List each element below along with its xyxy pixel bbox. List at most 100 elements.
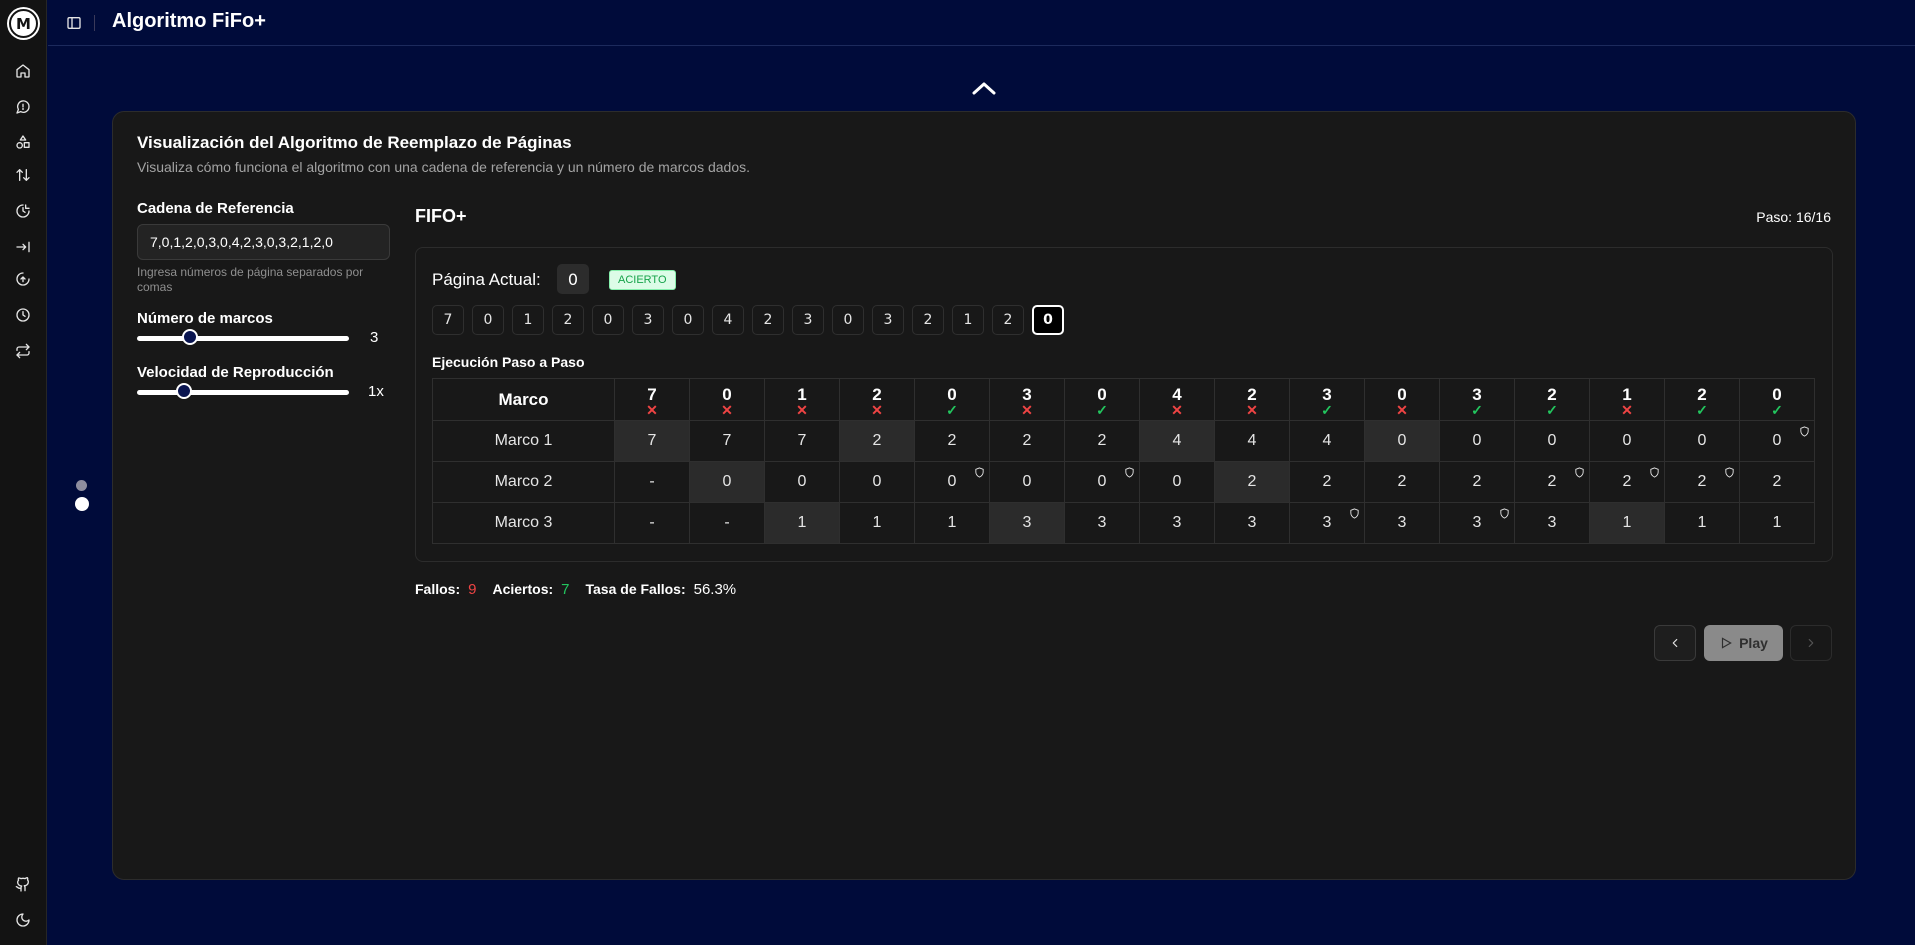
check-icon: ✓ — [1096, 401, 1108, 418]
step-column-header: 3 ✕ — [989, 378, 1065, 421]
frame-cell: 7 — [614, 420, 690, 462]
frame-cell: 3 — [1139, 502, 1215, 544]
play-button[interactable]: Play — [1704, 625, 1783, 661]
top-bar: Algoritmo FiFo+ — [48, 0, 1915, 46]
sequence-chip[interactable]: 2 — [912, 305, 944, 335]
step-page-number: 3 — [1322, 384, 1332, 404]
carousel-dot[interactable] — [76, 480, 87, 491]
frame-cell-value: 0 — [1022, 473, 1032, 490]
frame-cell-value: 2 — [1697, 473, 1707, 490]
step-page-number: 0 — [1397, 384, 1407, 404]
frames-slider-track[interactable] — [137, 336, 349, 341]
visualization-card: Visualización del Algoritmo de Reemplazo… — [112, 111, 1856, 880]
moon-icon[interactable] — [13, 910, 33, 930]
step-column-header: 0 ✓ — [914, 378, 990, 421]
x-icon: ✕ — [1396, 401, 1408, 418]
step-column-header: 0 ✓ — [1064, 378, 1140, 421]
sequence-chip[interactable]: 7 — [432, 305, 464, 335]
sequence-chip[interactable]: 0 — [672, 305, 704, 335]
sequence-chip[interactable]: 0 — [832, 305, 864, 335]
check-icon: ✓ — [1471, 401, 1483, 418]
shapes-icon[interactable] — [13, 132, 33, 152]
github-icon[interactable] — [13, 874, 33, 894]
faults-label: Fallos: — [415, 581, 461, 597]
shield-icon — [1799, 425, 1810, 438]
swap-vertical-icon[interactable] — [13, 165, 33, 185]
x-icon: ✕ — [1021, 401, 1033, 418]
frame-name: Marco 2 — [432, 461, 615, 503]
frame-cell-value: 3 — [1172, 514, 1182, 531]
frame-cell-value: - — [649, 514, 655, 531]
frame-cell: 0 — [989, 461, 1065, 503]
step-page-number: 3 — [1472, 384, 1482, 404]
play-label: Play — [1739, 635, 1768, 651]
sequence-chip-active[interactable]: 0 — [1032, 305, 1064, 335]
carousel-dot-active[interactable] — [75, 497, 89, 511]
frame-cell-value: 2 — [1247, 473, 1257, 490]
frame-cell-value: 0 — [722, 473, 732, 490]
app-logo[interactable]: M — [9, 9, 38, 38]
sidebar-toggle-icon[interactable] — [64, 13, 84, 33]
frame-cell-value: 4 — [1322, 432, 1332, 449]
shield-icon — [1574, 466, 1585, 479]
faults-value: 9 — [468, 581, 477, 598]
frame-cell-value: 0 — [872, 473, 882, 490]
x-icon: ✕ — [871, 401, 883, 418]
reference-input[interactable] — [137, 224, 390, 260]
arrow-right-to-line-icon[interactable] — [13, 237, 33, 257]
frame-cell: 3 — [1064, 502, 1140, 544]
frame-cell-value: 2 — [1322, 473, 1332, 490]
sequence-chip[interactable]: 2 — [552, 305, 584, 335]
sequence-chip[interactable]: 4 — [712, 305, 744, 335]
frame-cell-value: - — [649, 473, 655, 490]
frame-cell-value: 0 — [947, 473, 957, 490]
next-step-button[interactable] — [1790, 625, 1832, 661]
speed-value: 1x — [368, 383, 384, 400]
step-column-header: 7 ✕ — [614, 378, 690, 421]
sequence-chip[interactable]: 2 — [992, 305, 1024, 335]
algorithm-name: FIFO+ — [415, 206, 467, 226]
sequence-chip[interactable]: 3 — [792, 305, 824, 335]
frame-cell-value: 7 — [647, 432, 657, 449]
x-icon: ✕ — [646, 401, 658, 418]
sequence-chip[interactable]: 3 — [632, 305, 664, 335]
clock-pie-icon[interactable] — [13, 201, 33, 221]
sequence-chip[interactable]: 1 — [952, 305, 984, 335]
sequence-chip[interactable]: 2 — [752, 305, 784, 335]
table-header-row: Marco 7 ✕ 0 ✕ 1 ✕ 2 ✕ 0 ✓ 3 ✕ 0 ✓ 4 ✕ 2 ✕ 3 ✓ 0 ✕ 3 ✓ 2 ✓ 1 ✕ 2 ✓ 0 ✓ — [432, 378, 1815, 421]
shield-icon — [974, 466, 985, 479]
frame-cell: 2 — [1739, 461, 1815, 503]
frame-cell: 1 — [764, 502, 840, 544]
page-title: Algoritmo FiFo+ — [112, 10, 266, 32]
frame-cell: 0 — [689, 461, 765, 503]
clock-icon[interactable] — [13, 305, 33, 325]
sequence-chip[interactable]: 0 — [592, 305, 624, 335]
sidebar: M — [0, 0, 47, 945]
frame-cell: 3 — [1214, 502, 1290, 544]
speed-slider-track[interactable] — [137, 390, 349, 395]
speed-slider-thumb[interactable] — [175, 383, 192, 399]
frame-cell-value: 3 — [1322, 514, 1332, 531]
speed-label: Velocidad de Reproducción — [137, 364, 334, 381]
frame-name: Marco 1 — [432, 420, 615, 462]
frame-cell: 0 — [764, 461, 840, 503]
frame-cell-value: 0 — [1172, 473, 1182, 490]
upload-clock-icon[interactable] — [13, 269, 33, 289]
frame-cell-value: 0 — [1097, 473, 1107, 490]
sequence-chip[interactable]: 0 — [472, 305, 504, 335]
home-icon[interactable] — [13, 61, 33, 81]
frame-cell-value: 3 — [1097, 514, 1107, 531]
sequence-chip[interactable]: 3 — [872, 305, 904, 335]
frame-cell: 2 — [1439, 461, 1515, 503]
previous-step-button[interactable] — [1654, 625, 1696, 661]
chevron-up-icon[interactable] — [968, 78, 1000, 98]
frame-cell: 1 — [1739, 502, 1815, 544]
repeat-icon[interactable] — [13, 341, 33, 361]
fault-rate-label: Tasa de Fallos: — [585, 581, 686, 597]
sequence-chip[interactable]: 1 — [512, 305, 544, 335]
chat-icon[interactable] — [13, 97, 33, 117]
frame-cell-value: 3 — [1022, 514, 1032, 531]
hits-label: Aciertos: — [492, 581, 554, 597]
frames-slider-thumb[interactable] — [182, 329, 198, 345]
step-page-number: 2 — [1247, 384, 1257, 404]
